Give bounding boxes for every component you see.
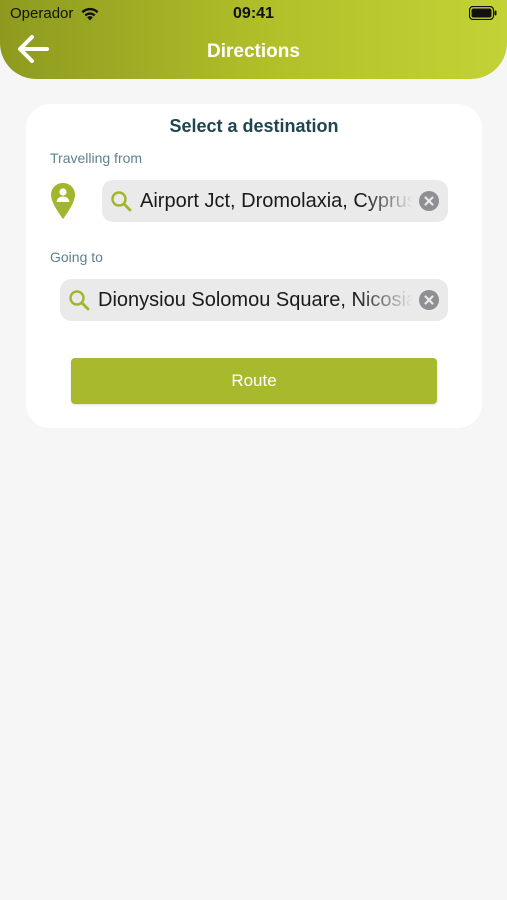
going-to-label: Going to (50, 249, 103, 265)
destination-card: Select a destination Travelling from Air… (26, 104, 482, 428)
page-title: Directions (207, 41, 300, 62)
search-icon (111, 191, 132, 212)
travelling-from-label: Travelling from (50, 150, 143, 166)
search-icon (69, 290, 90, 311)
clear-icon[interactable] (419, 290, 439, 310)
battery-icon (469, 6, 497, 20)
card-title: Select a destination (169, 116, 339, 136)
going-to-input[interactable]: Dionysiou Solomou Square, Nicosia (98, 289, 413, 312)
status-bar: Operador 09:41 (0, 0, 507, 30)
user-location-pin-icon (51, 183, 75, 219)
travelling-from-field[interactable]: Airport Jct, Dromolaxia, Cyprus (102, 180, 448, 222)
status-time: 09:41 (233, 5, 274, 22)
travelling-from-input[interactable]: Airport Jct, Dromolaxia, Cyprus (140, 190, 413, 213)
route-button[interactable]: Route (71, 358, 437, 404)
app-header: Operador 09:41 Directions (0, 0, 507, 79)
clear-icon[interactable] (419, 191, 439, 211)
going-to-field[interactable]: Dionysiou Solomou Square, Nicosia (60, 279, 448, 321)
